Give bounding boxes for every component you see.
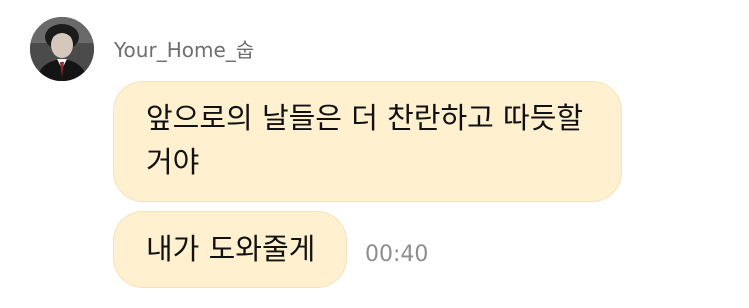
- chat-message-group: Your_Home_숩 앞으로의 날들은 더 찬란하고 따듯할 거야 내가 도와…: [0, 0, 749, 308]
- message-text-line: 앞으로의 날들은 더 찬란하고 따듯할: [146, 101, 584, 135]
- avatar[interactable]: [30, 17, 94, 81]
- message-bubble[interactable]: 내가 도와줄게: [113, 211, 347, 288]
- message-text: 내가 도와줄게: [146, 232, 316, 266]
- message-timestamp: 00:40: [365, 242, 429, 267]
- profile-photo-icon: [30, 17, 94, 81]
- sender-name: Your_Home_숩: [114, 38, 255, 62]
- message-text-line: 거야: [146, 145, 200, 179]
- message-bubble[interactable]: 앞으로의 날들은 더 찬란하고 따듯할 거야: [113, 81, 622, 202]
